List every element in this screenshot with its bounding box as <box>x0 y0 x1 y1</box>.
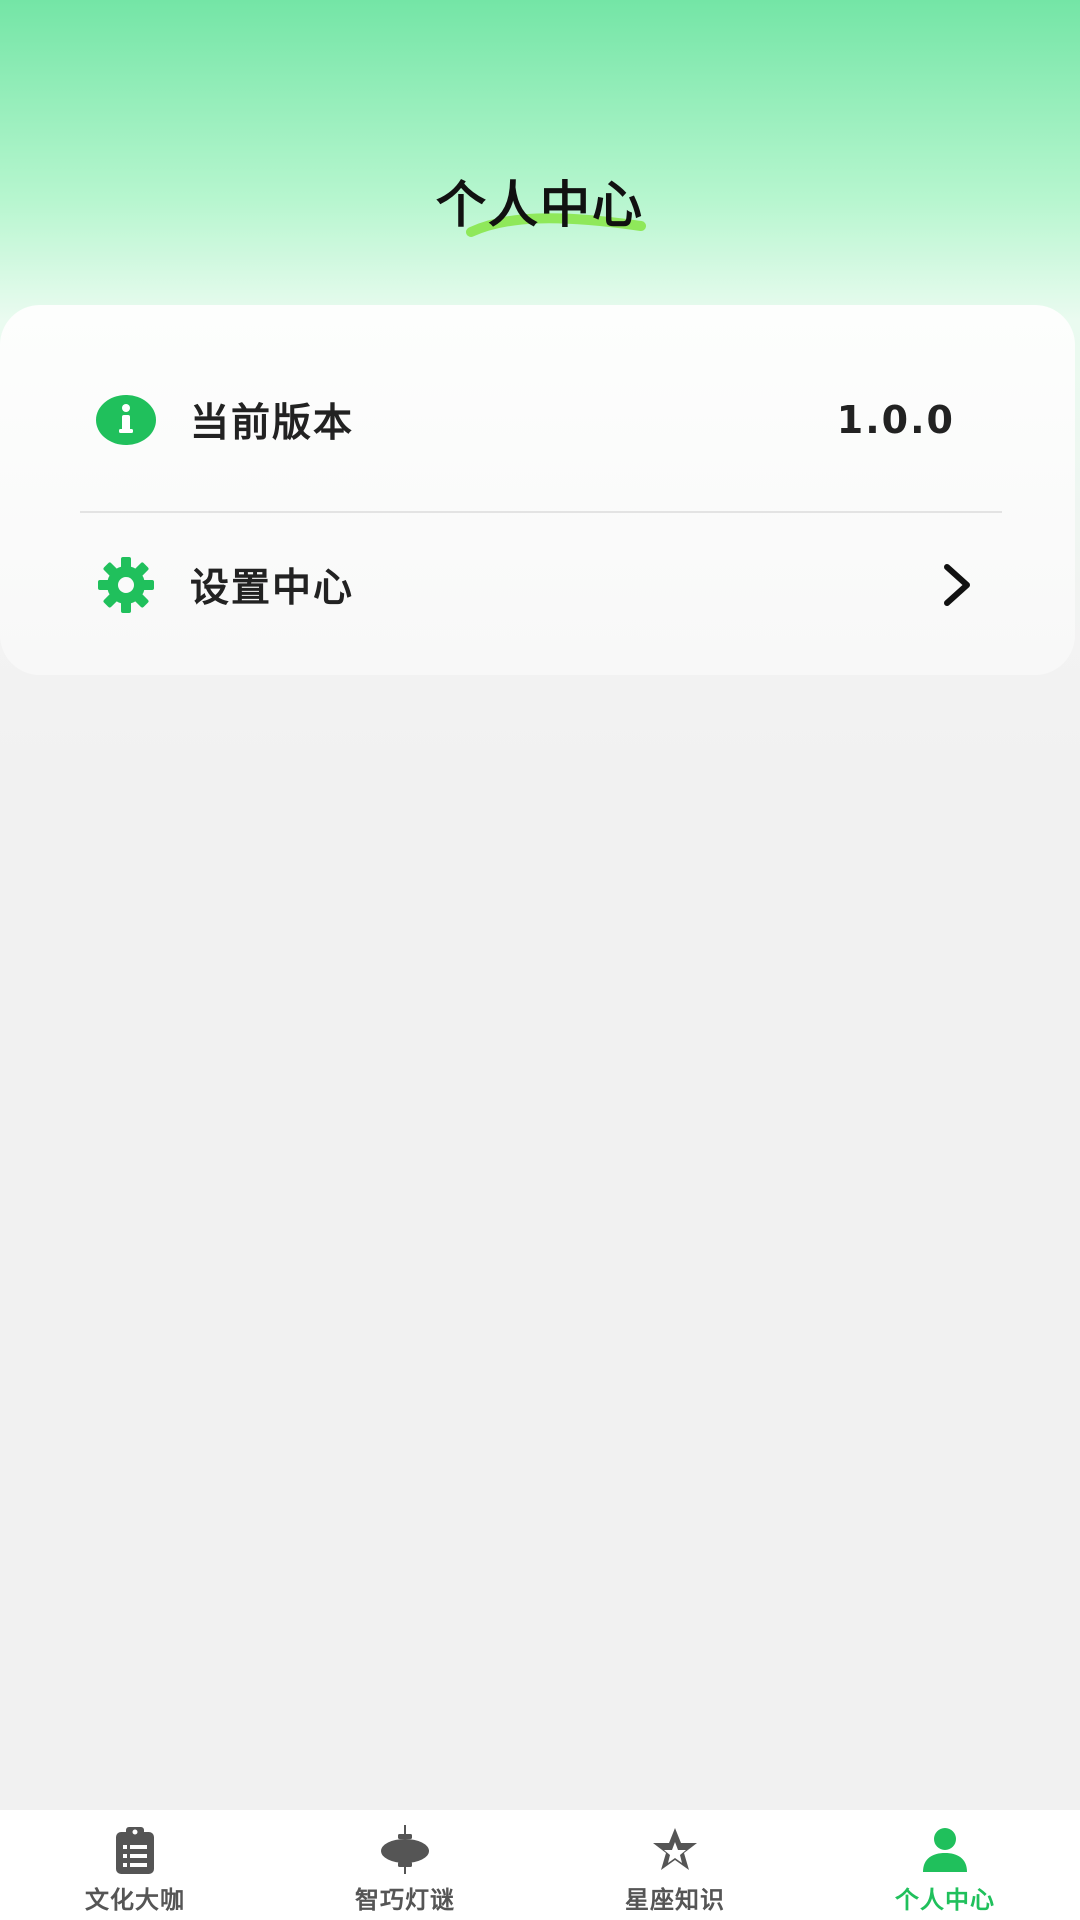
tab-label: 星座知识 <box>625 1886 725 1914</box>
page-title: 个人中心 <box>436 160 646 250</box>
chevron-right-icon <box>944 564 970 606</box>
settings-center-row[interactable]: 设置中心 <box>0 510 1075 660</box>
lantern-icon <box>381 1825 429 1874</box>
tab-constellation-knowledge[interactable]: 星座知识 <box>540 1810 810 1920</box>
bottom-tab-bar: 文化大咖 智巧灯谜 星座知识 个人中心 <box>0 1810 1080 1920</box>
tab-label: 个人中心 <box>895 1886 995 1914</box>
page-header: 个人中心 <box>0 160 1080 250</box>
version-value: 1.0.0 <box>836 398 955 442</box>
settings-center-label: 设置中心 <box>190 566 355 611</box>
version-row: 当前版本 1.0.0 <box>0 345 1075 495</box>
clipboard-icon <box>116 1827 154 1874</box>
version-label: 当前版本 <box>190 401 355 446</box>
page-title-text: 个人中心 <box>436 176 644 234</box>
person-icon <box>923 1828 967 1872</box>
tab-personal-center[interactable]: 个人中心 <box>810 1810 1080 1920</box>
tab-culture-experts[interactable]: 文化大咖 <box>0 1810 270 1920</box>
star-icon <box>653 1828 697 1870</box>
tab-label: 智巧灯谜 <box>355 1886 455 1914</box>
gear-icon <box>98 557 154 613</box>
info-icon <box>96 395 156 445</box>
tab-lantern-riddles[interactable]: 智巧灯谜 <box>270 1810 540 1920</box>
tab-label: 文化大咖 <box>85 1886 185 1914</box>
